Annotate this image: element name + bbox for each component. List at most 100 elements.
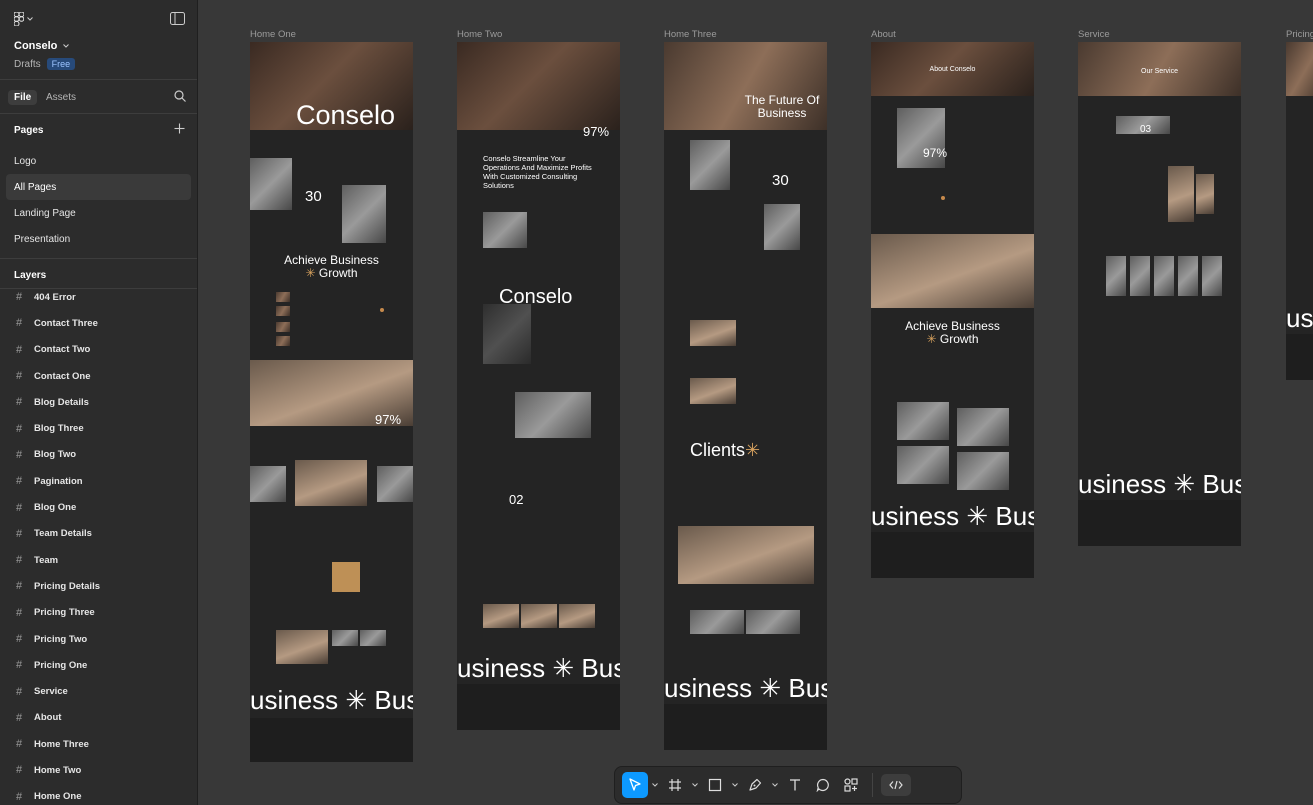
hero-image	[457, 42, 620, 130]
marquee-text: usiness ✳ Bus	[457, 650, 620, 686]
frame-home-one[interactable]: Conselo 30 Achieve Business ✳ Growth 97% …	[250, 42, 413, 762]
frame-icon: #	[16, 711, 23, 724]
team-member-image	[957, 408, 1009, 446]
clients-title: Clients✳	[690, 440, 761, 460]
frame-icon: #	[16, 527, 23, 540]
frame-label-home-three[interactable]: Home Three	[664, 29, 717, 40]
frame-label-home-two[interactable]: Home Two	[457, 29, 502, 40]
pen-tool-icon	[749, 778, 762, 791]
person-image	[483, 304, 531, 364]
layer-item-contact-one[interactable]: # Contact One	[0, 363, 197, 389]
blog-image	[746, 610, 800, 634]
shape-tool-menu[interactable]	[730, 772, 740, 798]
layer-item-404-error[interactable]: #404 Error	[0, 284, 197, 310]
thumb-image	[1130, 256, 1150, 296]
layer-label: Team	[34, 554, 59, 566]
layer-item-blog-details[interactable]: # Blog Details	[0, 389, 197, 415]
move-tool-menu[interactable]	[650, 772, 660, 798]
pen-tool-menu[interactable]	[770, 772, 780, 798]
thumb-image	[1168, 166, 1194, 222]
layer-label: Team Details	[34, 528, 92, 540]
dev-mode-toggle[interactable]	[881, 774, 911, 796]
main-menu-button[interactable]	[14, 12, 38, 26]
chevron-down-icon	[27, 17, 33, 21]
frame-icon: #	[16, 554, 23, 567]
thumb-image	[1106, 256, 1126, 296]
layer-item-blog-one[interactable]: # Blog One	[0, 494, 197, 520]
design-canvas[interactable]: Home One Conselo 30 Achieve Business ✳ Gr…	[198, 0, 1313, 805]
frame-footer	[664, 704, 827, 750]
layer-item-pricing-details[interactable]: # Pricing Details	[0, 573, 197, 599]
layer-item-blog-three[interactable]: # Blog Three	[0, 415, 197, 441]
service-number: 03	[1140, 124, 1152, 135]
thumb-image	[250, 466, 286, 502]
page-item-logo[interactable]: Logo	[6, 148, 191, 174]
page-item-landing-page[interactable]: Landing Page	[6, 200, 191, 226]
thumb-image	[276, 322, 290, 332]
frame-home-two[interactable]: 97% Conselo Streamline Your Operations A…	[457, 42, 620, 730]
frame-icon: #	[16, 501, 23, 514]
frame-icon: #	[16, 291, 23, 304]
frame-service[interactable]: Our Service 03 usiness ✳ Bus	[1078, 42, 1241, 546]
pen-tool-button[interactable]	[742, 772, 768, 798]
team-image	[678, 526, 814, 584]
layer-label: Pricing Details	[34, 580, 100, 592]
frame-label-home-one[interactable]: Home One	[250, 29, 296, 40]
frame-tool-menu[interactable]	[690, 772, 700, 798]
layer-item-team-details[interactable]: # Team Details	[0, 521, 197, 547]
accent-dot	[941, 196, 945, 200]
layer-item-blog-two[interactable]: # Blog Two	[0, 442, 197, 468]
drafts-label[interactable]: Drafts	[14, 59, 41, 70]
shape-tool-button[interactable]	[702, 772, 728, 798]
marquee-text: usiness ✳ Bus	[664, 670, 827, 706]
frame-about[interactable]: About Conselo 97% Achieve Business ✳ Grow…	[871, 42, 1034, 578]
actions-icon	[844, 778, 858, 792]
toolbar-divider	[872, 773, 873, 797]
thumb-image	[276, 292, 290, 302]
thumb-image	[1178, 256, 1198, 296]
layer-item-home-two[interactable]: # Home Two	[0, 757, 197, 783]
text-tool-icon	[790, 779, 800, 791]
frame-label-about[interactable]: About	[871, 29, 896, 40]
page-item-presentation[interactable]: Presentation	[6, 226, 191, 252]
hero-title: Our Service	[1141, 68, 1178, 75]
layer-item-pricing-two[interactable]: # Pricing Two	[0, 626, 197, 652]
actions-button[interactable]	[838, 772, 864, 798]
text-tool-button[interactable]	[782, 772, 808, 798]
layer-item-home-three[interactable]: # Home Three	[0, 731, 197, 757]
plan-badge[interactable]: Free	[46, 58, 76, 70]
frame-pricing[interactable]: us	[1286, 42, 1313, 380]
section-title: Achieve Business ✳ Growth	[905, 319, 1000, 346]
frame-label-service[interactable]: Service	[1078, 29, 1110, 40]
accent-dot	[380, 308, 384, 312]
tab-file[interactable]: File	[8, 90, 38, 105]
panel-tabs: File Assets	[0, 80, 197, 114]
layer-item-contact-two[interactable]: # Contact Two	[0, 337, 197, 363]
tab-assets[interactable]: Assets	[40, 90, 82, 105]
layer-item-team[interactable]: # Team	[0, 547, 197, 573]
layer-item-service[interactable]: # Service	[0, 678, 197, 704]
layer-item-pricing-one[interactable]: # Pricing One	[0, 652, 197, 678]
layer-item-home-one[interactable]: # Home One	[0, 784, 197, 805]
project-location: Drafts Free	[14, 58, 76, 70]
page-item-all-pages[interactable]: All Pages	[6, 174, 191, 200]
add-page-icon[interactable]	[174, 123, 185, 134]
layer-item-contact-three[interactable]: # Contact Three	[0, 310, 197, 336]
blog-image	[360, 630, 386, 646]
blog-image	[690, 610, 744, 634]
thumb-image	[1154, 256, 1174, 296]
frame-home-three[interactable]: The Future Of Business 30 Clients✳ usine…	[664, 42, 827, 750]
layer-label: Service	[34, 686, 68, 698]
search-icon[interactable]	[174, 90, 186, 102]
comment-tool-button[interactable]	[810, 772, 836, 798]
sidebar-toggle-icon[interactable]	[170, 12, 185, 25]
layer-item-pricing-three[interactable]: # Pricing Three	[0, 600, 197, 626]
project-name-button[interactable]: Conselo	[14, 40, 70, 52]
layer-item-about[interactable]: # About	[0, 705, 197, 731]
layer-label: Blog Two	[34, 449, 77, 461]
frame-label-pricing[interactable]: Pricing	[1286, 29, 1313, 40]
move-tool-button[interactable]	[622, 772, 648, 798]
frame-tool-button[interactable]	[662, 772, 688, 798]
figma-logo-icon	[14, 12, 24, 26]
layer-item-pagination[interactable]: # Pagination	[0, 468, 197, 494]
